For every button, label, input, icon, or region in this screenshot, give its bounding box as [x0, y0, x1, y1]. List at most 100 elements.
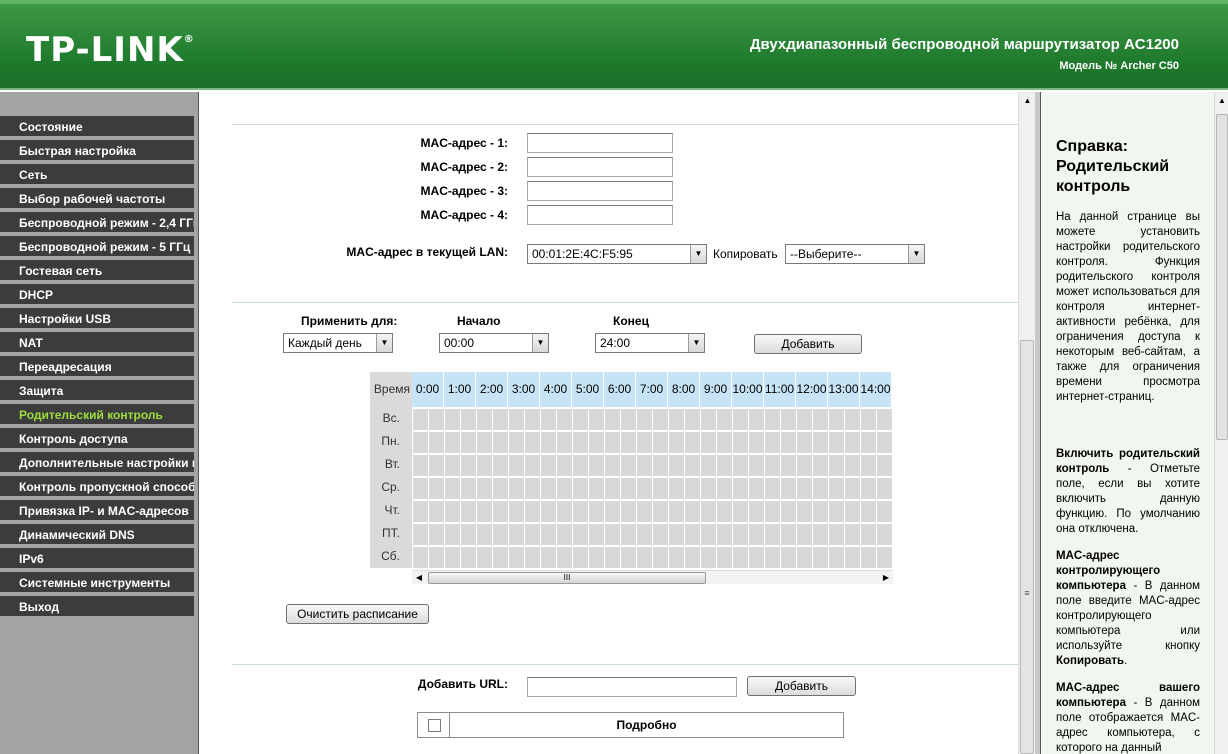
schedule-cell[interactable] [461, 524, 476, 545]
schedule-cell[interactable] [445, 547, 460, 568]
schedule-cell[interactable] [605, 455, 620, 476]
schedule-cell[interactable] [525, 409, 540, 430]
schedule-cell[interactable] [461, 455, 476, 476]
schedule-cell[interactable] [701, 432, 716, 453]
mac2-input[interactable] [527, 157, 673, 177]
schedule-cell[interactable] [477, 547, 492, 568]
schedule-cell[interactable] [621, 547, 636, 568]
schedule-cell[interactable] [637, 409, 652, 430]
schedule-cell[interactable] [541, 524, 556, 545]
schedule-cell[interactable] [621, 455, 636, 476]
schedule-cell[interactable] [845, 409, 860, 430]
schedule-cell[interactable] [557, 478, 572, 499]
schedule-cell[interactable] [813, 501, 828, 522]
schedule-cell[interactable] [765, 432, 780, 453]
schedule-cell[interactable] [509, 478, 524, 499]
schedule-cell[interactable] [525, 432, 540, 453]
schedule-cell[interactable] [477, 455, 492, 476]
schedule-cell[interactable] [557, 524, 572, 545]
sidebar-item[interactable]: Выход [0, 596, 194, 618]
schedule-cell[interactable] [701, 478, 716, 499]
schedule-cell[interactable] [749, 501, 764, 522]
schedule-cell[interactable] [861, 547, 876, 568]
schedule-cell[interactable] [461, 478, 476, 499]
schedule-cell[interactable] [413, 524, 428, 545]
schedule-cell[interactable] [621, 478, 636, 499]
schedule-cell[interactable] [797, 547, 812, 568]
schedule-cell[interactable] [685, 478, 700, 499]
schedule-cell[interactable] [493, 547, 508, 568]
schedule-cell[interactable] [861, 432, 876, 453]
schedule-cell[interactable] [669, 478, 684, 499]
scroll-thumb[interactable] [1216, 114, 1228, 440]
help-vertical-scrollbar[interactable]: ▲ [1214, 92, 1228, 754]
schedule-cell[interactable] [493, 524, 508, 545]
schedule-cell[interactable] [589, 501, 604, 522]
schedule-cell[interactable] [557, 501, 572, 522]
schedule-cell[interactable] [717, 478, 732, 499]
mac3-input[interactable] [527, 181, 673, 201]
schedule-cell[interactable] [765, 478, 780, 499]
schedule-cell[interactable] [509, 409, 524, 430]
schedule-cell[interactable] [413, 409, 428, 430]
sidebar-item[interactable]: Родительский контроль [0, 404, 194, 426]
schedule-cell[interactable] [749, 455, 764, 476]
sidebar-item[interactable]: Состояние [0, 116, 194, 138]
schedule-cell[interactable] [429, 501, 444, 522]
schedule-cell[interactable] [701, 524, 716, 545]
schedule-cell[interactable] [413, 501, 428, 522]
schedule-cell[interactable] [781, 409, 796, 430]
schedule-cell[interactable] [589, 524, 604, 545]
sidebar-item[interactable]: DHCP [0, 284, 194, 306]
schedule-cell[interactable] [797, 478, 812, 499]
schedule-cell[interactable] [461, 432, 476, 453]
scroll-thumb[interactable] [1020, 340, 1034, 754]
schedule-cell[interactable] [669, 524, 684, 545]
sidebar-item[interactable]: Беспроводной режим - 2,4 ГГц [0, 212, 194, 234]
sidebar-item[interactable]: NAT [0, 332, 194, 354]
schedule-cell[interactable] [797, 524, 812, 545]
schedule-cell[interactable] [861, 524, 876, 545]
schedule-cell[interactable] [557, 455, 572, 476]
schedule-cell[interactable] [477, 524, 492, 545]
schedule-cell[interactable] [653, 478, 668, 499]
schedule-cell[interactable] [765, 501, 780, 522]
schedule-cell[interactable] [461, 409, 476, 430]
schedule-cell[interactable] [525, 455, 540, 476]
sidebar-item[interactable]: Контроль пропускной способности [0, 476, 194, 498]
schedule-cell[interactable] [413, 432, 428, 453]
schedule-cell[interactable] [557, 409, 572, 430]
schedule-cell[interactable] [733, 501, 748, 522]
copy-select[interactable]: --Выберите-- ▼ [785, 244, 925, 264]
schedule-cell[interactable] [589, 478, 604, 499]
schedule-cell[interactable] [861, 501, 876, 522]
schedule-cell[interactable] [669, 455, 684, 476]
schedule-cell[interactable] [589, 432, 604, 453]
schedule-cell[interactable] [781, 524, 796, 545]
schedule-cell[interactable] [669, 432, 684, 453]
schedule-cell[interactable] [557, 547, 572, 568]
schedule-cell[interactable] [685, 432, 700, 453]
schedule-cell[interactable] [493, 501, 508, 522]
schedule-cell[interactable] [765, 455, 780, 476]
schedule-cell[interactable] [573, 478, 588, 499]
schedule-cell[interactable] [845, 432, 860, 453]
apply-for-select[interactable]: Каждый день ▼ [283, 333, 393, 353]
schedule-cell[interactable] [621, 501, 636, 522]
schedule-cell[interactable] [413, 455, 428, 476]
schedule-cell[interactable] [701, 501, 716, 522]
schedule-cell[interactable] [717, 455, 732, 476]
schedule-cell[interactable] [445, 478, 460, 499]
schedule-cell[interactable] [877, 409, 892, 430]
add-schedule-button[interactable]: Добавить [754, 334, 862, 354]
schedule-cell[interactable] [445, 501, 460, 522]
schedule-cell[interactable] [781, 478, 796, 499]
schedule-cell[interactable] [573, 409, 588, 430]
schedule-cell[interactable] [445, 432, 460, 453]
schedule-cell[interactable] [429, 409, 444, 430]
schedule-cell[interactable] [701, 455, 716, 476]
schedule-cell[interactable] [877, 478, 892, 499]
schedule-cell[interactable] [749, 432, 764, 453]
scroll-right-icon[interactable]: ▶ [879, 571, 893, 585]
scroll-thumb[interactable]: III [428, 572, 706, 584]
